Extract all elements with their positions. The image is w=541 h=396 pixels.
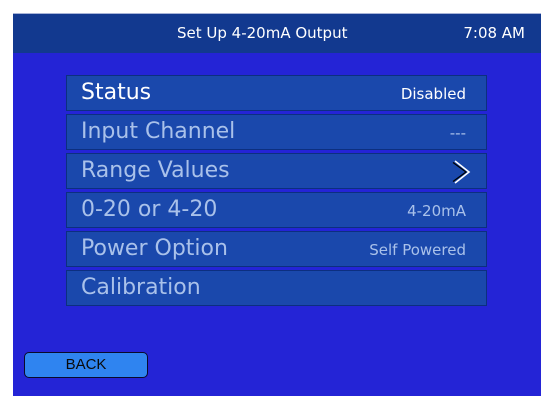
device-screen: Set Up 4-20mA Output 7:08 AM Status Disa… xyxy=(0,0,541,396)
header-bar: Set Up 4-20mA Output 7:08 AM xyxy=(13,13,541,53)
menu-item-label: Calibration xyxy=(81,275,201,300)
menu-item-value: Self Powered xyxy=(369,241,466,259)
menu-item-range-type[interactable]: 0-20 or 4-20 4-20mA xyxy=(66,192,487,228)
menu-item-label: Input Channel xyxy=(81,119,236,144)
menu-item-value: --- xyxy=(449,124,466,142)
menu-item-status[interactable]: Status Disabled xyxy=(66,75,487,111)
chevron-right-icon xyxy=(452,160,471,184)
menu-item-label: Power Option xyxy=(81,236,228,261)
menu-item-power-option[interactable]: Power Option Self Powered xyxy=(66,231,487,267)
menu-item-input-channel[interactable]: Input Channel --- xyxy=(66,114,487,150)
menu-item-label: 0-20 or 4-20 xyxy=(81,197,218,222)
menu-item-range-values[interactable]: Range Values xyxy=(66,153,487,189)
menu-item-value: Disabled xyxy=(400,85,466,103)
main-panel: Set Up 4-20mA Output 7:08 AM Status Disa… xyxy=(13,13,541,396)
settings-menu: Status Disabled Input Channel --- Range … xyxy=(66,75,487,309)
clock-time: 7:08 AM xyxy=(463,24,525,42)
menu-item-value: 4-20mA xyxy=(407,202,466,220)
menu-item-label: Range Values xyxy=(81,158,230,183)
back-button[interactable]: BACK xyxy=(24,352,148,378)
menu-item-label: Status xyxy=(81,80,152,105)
menu-item-calibration[interactable]: Calibration xyxy=(66,270,487,306)
page-title: Set Up 4-20mA Output xyxy=(177,24,348,42)
